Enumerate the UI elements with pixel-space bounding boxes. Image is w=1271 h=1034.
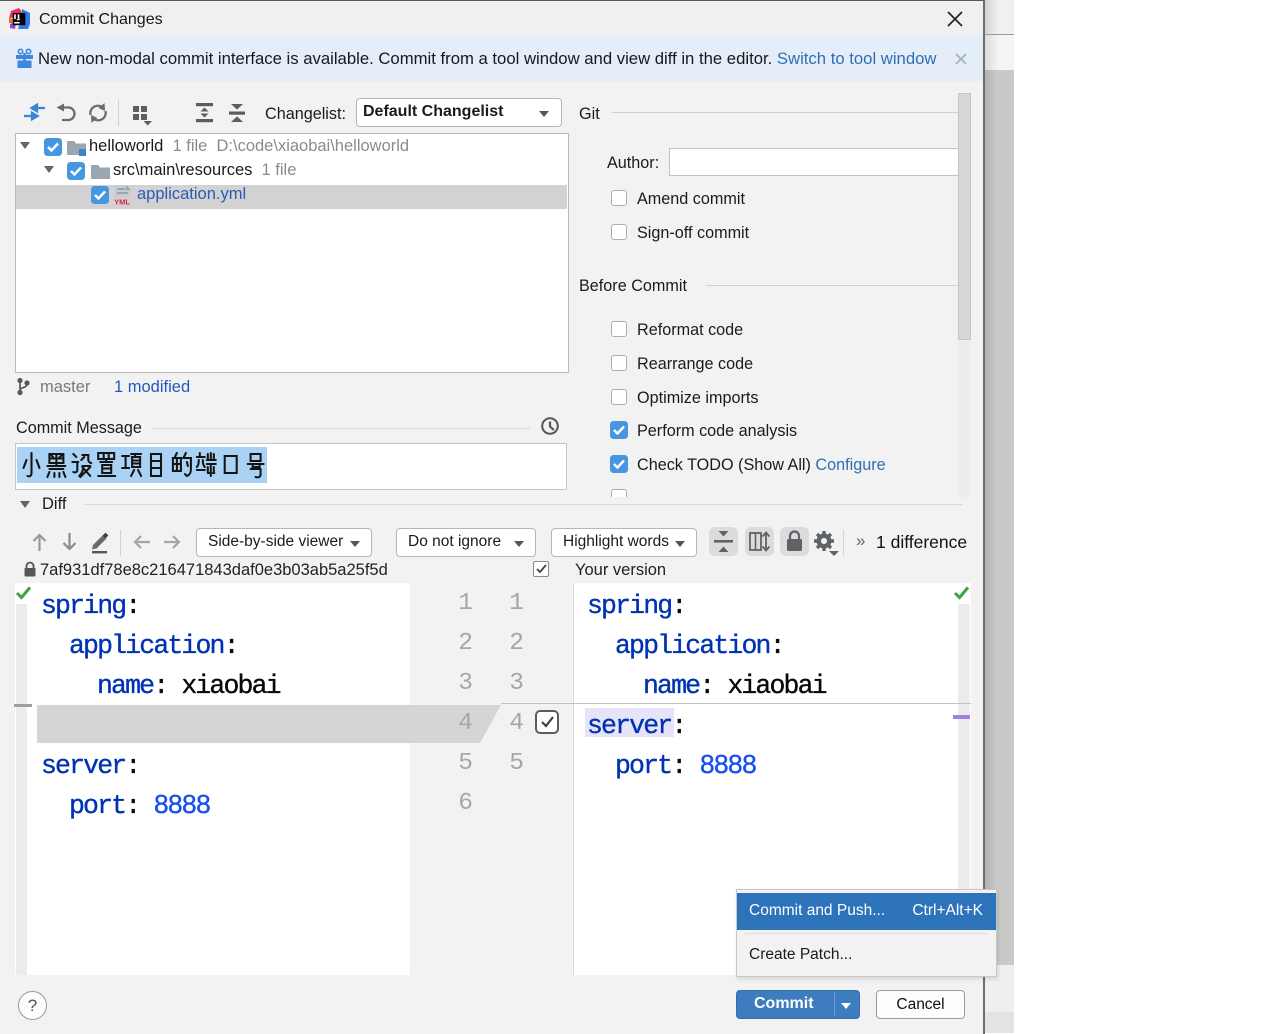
svg-text:YML: YML xyxy=(114,198,130,207)
